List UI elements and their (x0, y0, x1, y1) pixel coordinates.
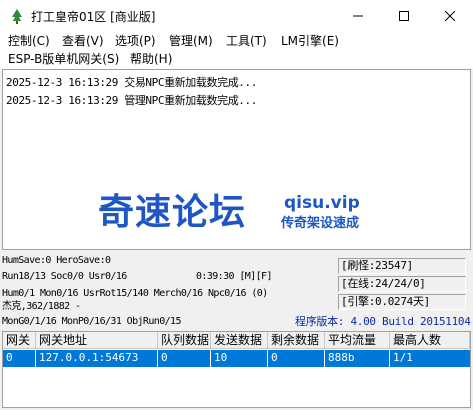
close-button[interactable] (427, 0, 473, 31)
column-header-gateway[interactable]: 网关 (3, 332, 36, 349)
status-hum: Hum0/1 Mon0/16 UsrRot15/140 Merch0/16 Np… (2, 288, 268, 299)
online-count-box: [在线:24/24/0] (338, 276, 466, 292)
table-cell-remaining: 0 (268, 350, 325, 367)
menu-help[interactable]: 帮助(H) (130, 51, 172, 68)
log-line: 2025-12-3 16:13:29 交易NPC重新加载数完成... (6, 76, 257, 89)
status-player: 杰克,362/1882 - (2, 301, 81, 312)
minimize-icon (353, 15, 363, 16)
close-icon (445, 10, 455, 21)
gateway-table[interactable]: 网关 网关地址 队列数据 发送数据 剩余数据 平均流量 最高人数 0 127.0… (2, 331, 471, 408)
watermark-logo-text: 奇速论坛 (98, 192, 247, 233)
watermark-url: qisu.vip (284, 193, 360, 213)
table-cell-queue: 0 (158, 350, 211, 367)
minimize-button[interactable] (335, 0, 381, 31)
title-bar[interactable]: 打工皇帝01区 [商业版] (0, 0, 473, 31)
watermark-slogan: 传奇架设速成 (281, 216, 360, 231)
tree-app-icon (12, 9, 22, 24)
menu-control[interactable]: 控制(C) (8, 33, 50, 50)
maximize-button[interactable] (381, 0, 427, 31)
menu-view[interactable]: 查看(V) (62, 33, 104, 50)
column-header-sent[interactable]: 发送数据 (211, 332, 268, 349)
engine-uptime-box: [引擎:0.0274天] (338, 294, 466, 310)
table-cell-max-users: 1/1 (393, 351, 413, 364)
menu-options[interactable]: 选项(P) (115, 33, 156, 50)
program-version: 程序版本: 4.00 Build 20151104 (295, 315, 471, 328)
log-line: 2025-12-3 16:13:29 管理NPC重新加载数完成... (6, 94, 257, 107)
table-cell-avg-traffic: 888b (325, 350, 390, 367)
maximize-icon (399, 10, 409, 21)
server-window: 打工皇帝01区 [商业版] 控制(C) 查看(V) 选项(P) 管理(M) 工具… (0, 0, 473, 410)
status-uptime: 0:39:30 [M][F] (196, 271, 272, 282)
column-header-queue[interactable]: 队列数据 (158, 332, 211, 349)
menu-esp-gateway[interactable]: ESP-B版单机网关(S) (8, 51, 119, 68)
column-header-address[interactable]: 网关地址 (36, 332, 158, 349)
table-cell-gateway: 0 (3, 350, 36, 367)
menu-tools[interactable]: 工具(T) (226, 33, 267, 50)
table-cell-sent: 10 (211, 350, 268, 367)
window-title: 打工皇帝01区 [商业版] (31, 10, 156, 24)
status-run: Run18/13 Soc0/0 Usr0/16 (2, 271, 127, 282)
column-header-avg-traffic[interactable]: 平均流量 (325, 332, 390, 349)
menu-manage[interactable]: 管理(M) (169, 33, 213, 50)
column-header-remaining[interactable]: 剩余数据 (268, 332, 325, 349)
menu-bar: 控制(C) 查看(V) 选项(P) 管理(M) 工具(T) LM引擎(E) ES… (0, 31, 473, 69)
status-mon: MonG0/1/16 MonP0/16/31 ObjRun0/15 (2, 316, 181, 327)
menu-lm-engine[interactable]: LM引擎(E) (281, 33, 339, 50)
column-header-max-users[interactable]: 最高人数 (390, 332, 470, 349)
status-save: HumSave:0 HeroSave:0 (2, 255, 111, 266)
monster-count-box: [刷怪:23547] (338, 258, 466, 274)
table-cell-address: 127.0.0.1:54673 (36, 350, 158, 367)
